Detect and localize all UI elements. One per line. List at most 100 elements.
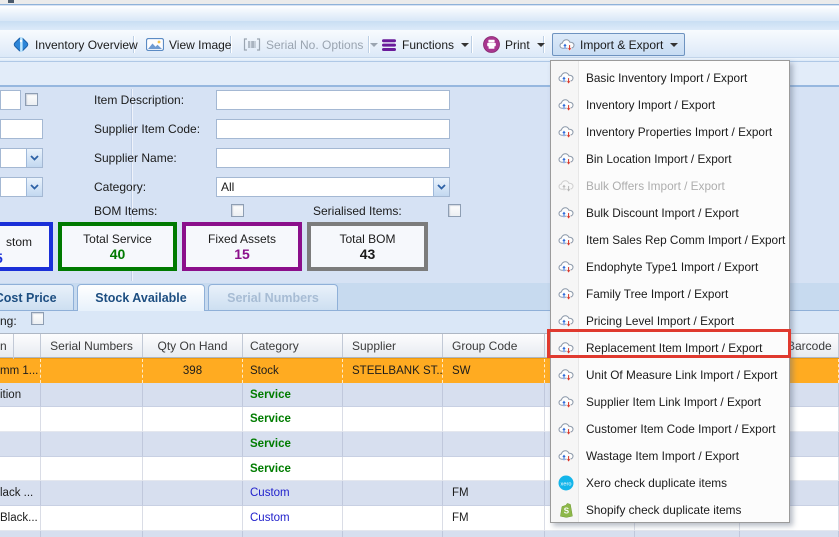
toolbar-button-import-export[interactable]: Import & Export <box>552 33 686 56</box>
tab-r-cost-price[interactable]: r Cost Price <box>0 284 74 310</box>
summary-box-label: Total Service <box>83 231 152 246</box>
table-cell: Custom <box>243 506 343 531</box>
menu-item-label: Inventory Properties Import / Export <box>586 124 773 139</box>
menu-item-endophyte-type1-import-export[interactable]: Endophyte Type1 Import / Export <box>552 253 788 280</box>
column-header-supplier[interactable]: Supplier <box>343 334 443 357</box>
table-cell <box>143 530 243 537</box>
table-cell <box>41 432 143 457</box>
tab-serial-numbers[interactable]: Serial Numbers <box>208 284 338 310</box>
cloud-import-export-icon <box>552 179 580 193</box>
cell-text: STEELBANK ST... <box>352 364 443 377</box>
column-header-label: Qty On Hand <box>157 338 228 353</box>
table-cell <box>41 530 143 537</box>
column-header-group-code[interactable]: Group Code <box>443 334 545 357</box>
cloud-import-export-icon <box>552 125 580 139</box>
table-cell <box>443 407 545 433</box>
supplier-item-code-field[interactable] <box>216 119 450 139</box>
cloud-import-export-icon <box>552 395 580 409</box>
menu-item-inventory-import-export[interactable]: Inventory Import / Export <box>552 91 788 118</box>
menu-item-label: Bin Location Import / Export <box>586 151 732 166</box>
toolbar-button-serial-no-options[interactable]: Serial No. Options <box>236 33 385 56</box>
cell-text: SW <box>452 364 471 377</box>
menu-item-label: Xero check duplicate items <box>586 475 727 490</box>
cell-text: Service <box>250 462 291 475</box>
table-cell <box>443 456 545 482</box>
table-cell: FM <box>443 481 545 507</box>
table-cell <box>143 481 243 507</box>
screen-artifact <box>8 0 14 3</box>
column-header-category[interactable]: Category <box>243 334 343 357</box>
summary-box-fixed-assets[interactable]: Fixed Assets 15 <box>182 222 302 271</box>
caret-down-icon <box>461 42 470 47</box>
highlight-annotation <box>547 329 791 358</box>
image-icon <box>146 38 164 51</box>
menu-item-customer-item-code-import-export[interactable]: Customer Item Code Import / Export <box>552 415 788 442</box>
barcode-icon <box>243 38 261 51</box>
menu-item-inventory-properties-import-export[interactable]: Inventory Properties Import / Export <box>552 118 788 145</box>
bom-items-label: BOM Items: <box>94 204 158 218</box>
cloud-import-export-icon <box>552 98 580 112</box>
menu-item-basic-inventory-import-export[interactable]: Basic Inventory Import / Export <box>552 64 788 91</box>
left-cut-combo-1[interactable] <box>0 148 43 168</box>
svg-text:xero: xero <box>561 481 572 487</box>
menu-item-xero-check-duplicate-items[interactable]: xero Xero check duplicate items <box>552 469 788 496</box>
menu-item-wastage-item-import-export[interactable]: Wastage Item Import / Export <box>552 442 788 469</box>
column-header-qty-on-hand[interactable]: Qty On Hand <box>143 334 243 357</box>
summary-box-stom[interactable]: stom5 <box>0 222 53 271</box>
bom-items-checkbox[interactable] <box>231 204 244 217</box>
left-cut-checkbox[interactable] <box>25 93 38 106</box>
chevron-down-icon[interactable] <box>26 178 42 196</box>
item-description-field[interactable] <box>216 90 450 110</box>
menu-item-bin-location-import-export[interactable]: Bin Location Import / Export <box>552 145 788 172</box>
toolbar-button-print[interactable]: Print <box>476 33 552 56</box>
left-cut-input-1[interactable] <box>0 90 21 110</box>
column-header-serial-numbers[interactable]: Serial Numbers <box>41 334 143 357</box>
cell-text: 398 <box>182 364 203 377</box>
table-cell <box>443 432 545 457</box>
table-cell <box>143 456 243 482</box>
menu-item-label: Wastage Item Import / Export <box>586 448 739 463</box>
toolbar-button-view-image[interactable]: View Image <box>139 33 238 56</box>
menu-item-label: Unit Of Measure Link Import / Export <box>586 367 778 382</box>
toolbar-button-inventory-overview[interactable]: Inventory Overview <box>5 33 145 56</box>
tab-label: Serial Numbers <box>227 290 319 305</box>
menu-item-unit-of-measure-link-import-export[interactable]: Unit Of Measure Link Import / Export <box>552 361 788 388</box>
cell-text: Service <box>250 437 291 450</box>
table-cell: Service <box>243 382 343 408</box>
cloud-import-export-icon <box>552 233 580 247</box>
toolbar-button-label: Import & Export <box>580 37 664 52</box>
table-cell: Default <box>545 530 635 537</box>
left-cut-input-2[interactable] <box>0 119 43 139</box>
menu-item-shopify-check-duplicate-items[interactable]: S Shopify check duplicate items <box>552 496 788 523</box>
table-cell <box>343 432 443 457</box>
serialised-items-checkbox[interactable] <box>448 204 461 217</box>
tab-stock-available[interactable]: Stock Available <box>77 284 205 311</box>
summary-box-total-bom[interactable]: Total BOM 43 <box>307 222 428 271</box>
chevron-down-icon[interactable] <box>433 178 449 196</box>
supplier-name-value <box>217 151 220 165</box>
category-select[interactable]: All <box>216 177 450 197</box>
table-cell: FM <box>443 530 545 537</box>
supplier-name-field[interactable] <box>216 148 450 168</box>
caret-down-icon <box>670 42 679 47</box>
toolbar-button-label: Functions <box>402 37 455 52</box>
cell-text: mm 1... <box>0 364 39 377</box>
menu-item-bulk-offers-import-export[interactable]: Bulk Offers Import / Export <box>552 172 788 199</box>
table-row[interactable]: BlackG Custom FMDefault01 <box>0 530 839 537</box>
option-checkbox[interactable] <box>31 312 44 325</box>
menu-item-label: Item Sales Rep Comm Import / Export <box>586 232 786 247</box>
menu-item-item-sales-rep-comm-import-export[interactable]: Item Sales Rep Comm Import / Export <box>552 226 788 253</box>
summary-box-total-service[interactable]: Total Service 40 <box>58 222 177 271</box>
chevron-down-icon[interactable] <box>26 149 42 167</box>
table-cell <box>143 432 243 457</box>
menu-item-bulk-discount-import-export[interactable]: Bulk Discount Import / Export <box>552 199 788 226</box>
left-cut-combo-2[interactable] <box>0 177 43 197</box>
cloud-import-export-icon <box>552 206 580 220</box>
menu-item-family-tree-import-export[interactable]: Family Tree Import / Export <box>552 280 788 307</box>
table-cell <box>41 407 143 433</box>
menu-item-supplier-item-link-import-export[interactable]: Supplier Item Link Import / Export <box>552 388 788 415</box>
toolbar-button-functions[interactable]: Functions <box>374 33 476 56</box>
table-cell: lack ... <box>0 481 41 507</box>
column-header-n[interactable]: n <box>0 334 41 357</box>
table-cell <box>343 481 443 507</box>
